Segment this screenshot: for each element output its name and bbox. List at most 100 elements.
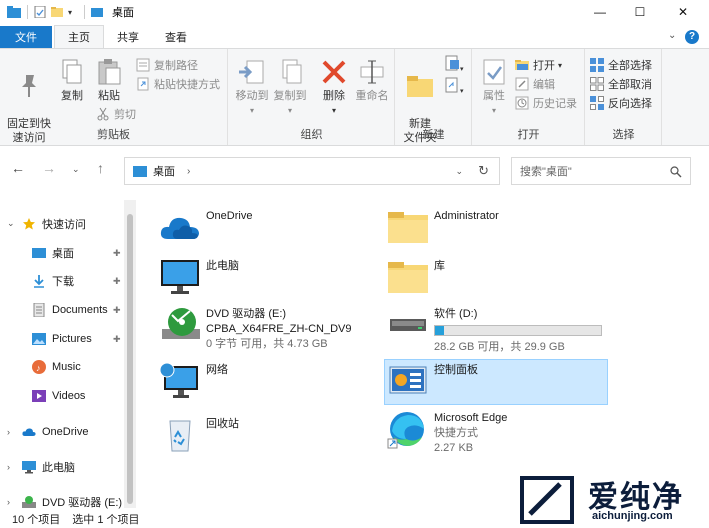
delete-button[interactable]: 删除 ▾ (317, 57, 351, 118)
maximize-button[interactable]: ☐ (617, 0, 663, 24)
tab-view[interactable]: 查看 (152, 26, 200, 48)
item-name: 控制面板 (434, 364, 478, 376)
move-to-button[interactable]: 移动到 ▾ (233, 57, 271, 118)
copy-path-icon (136, 58, 150, 72)
nav-music[interactable]: ♪ Music (32, 357, 81, 377)
forward-arrow-icon[interactable]: → (42, 160, 56, 176)
collapse-chevron-icon[interactable]: › (7, 427, 10, 437)
item-library[interactable]: 库 (386, 257, 445, 297)
open-button[interactable]: 打开 ▾ (515, 56, 562, 74)
item-administrator[interactable]: Administrator (386, 207, 499, 247)
nav-downloads[interactable]: 下载 (32, 271, 74, 291)
explorer-app-icon (7, 6, 21, 18)
recent-locations-icon[interactable]: ⌄ (72, 164, 80, 175)
document-icon (33, 303, 45, 317)
desktop-icon (32, 248, 46, 258)
paste-shortcut-button[interactable]: 粘贴快捷方式 (136, 75, 220, 93)
collapse-chevron-icon[interactable]: › (7, 497, 10, 507)
pin-icon[interactable]: ✚ (113, 276, 121, 287)
edit-icon (515, 77, 529, 91)
nav-dvd-drive[interactable]: DVD 驱动器 (E:) (22, 492, 122, 512)
copy-to-button[interactable]: 复制到 ▾ (271, 57, 309, 118)
expand-chevron-icon[interactable]: ⌄ (7, 218, 15, 229)
search-input[interactable]: 搜索"桌面" (520, 163, 572, 179)
invert-selection-button[interactable]: 反向选择 (590, 94, 652, 112)
history-button[interactable]: 历史记录 (515, 94, 577, 112)
nav-documents[interactable]: Documents (32, 300, 108, 320)
copy-button[interactable]: 复制 (56, 57, 88, 103)
nav-onedrive[interactable]: OneDrive (22, 422, 88, 442)
rename-button[interactable]: 重命名 (353, 57, 391, 103)
hard-drive-icon (390, 319, 426, 331)
address-dropdown-icon[interactable]: ⌄ (455, 166, 463, 177)
item-free-space: 0 字节 可用，共 4.73 GB (206, 338, 328, 350)
folder-title-icon (91, 8, 104, 17)
up-arrow-icon[interactable]: ↑ (97, 160, 104, 176)
item-free-space: 28.2 GB 可用，共 29.9 GB (434, 341, 565, 353)
item-name: Microsoft Edge (434, 412, 508, 424)
svg-text:♪: ♪ (36, 363, 41, 373)
select-none-button[interactable]: 全部取消 (590, 75, 652, 93)
cloud-icon (22, 428, 36, 436)
item-recycle-bin[interactable]: 回收站 (158, 415, 239, 455)
item-software-drive[interactable]: 软件 (D:) 28.2 GB 可用，共 29.9 GB (386, 305, 602, 355)
tab-share[interactable]: 共享 (104, 26, 152, 48)
nav-this-pc[interactable]: 此电脑 (22, 457, 75, 477)
help-icon[interactable]: ? (685, 30, 699, 44)
new-group-label: 新建 (422, 129, 445, 141)
window-title: 桌面 (112, 7, 135, 19)
nav-quick-access[interactable]: 快速访问 (22, 214, 86, 234)
desktop-location-icon (133, 165, 147, 177)
address-bar[interactable]: 桌面 › ⌄ ↻ (124, 157, 500, 185)
paste-icon (98, 59, 121, 85)
new-folder-quick-icon[interactable] (51, 6, 63, 18)
scrollbar-thumb[interactable] (127, 214, 133, 504)
item-onedrive[interactable]: OneDrive (158, 207, 252, 247)
pin-icon[interactable]: ✚ (113, 334, 121, 345)
address-path[interactable]: 桌面 (153, 163, 175, 179)
item-control-panel[interactable]: 控制面板 (384, 359, 608, 405)
search-box[interactable]: 搜索"桌面" (511, 157, 691, 185)
item-network[interactable]: 网络 (158, 361, 228, 401)
nav-videos[interactable]: Videos (32, 386, 85, 406)
watermark-logo (520, 476, 574, 524)
collapse-chevron-icon[interactable]: › (7, 462, 10, 472)
properties-button[interactable]: 属性 ▾ (477, 57, 511, 118)
new-item-icon[interactable]: ▾ (444, 55, 464, 73)
item-dvd-drive[interactable]: DVD 驱动器 (E:) CPBA_X64FRE_ZH-CN_DV9 0 字节 … (158, 305, 352, 352)
nav-pictures[interactable]: Pictures (32, 329, 92, 349)
item-size: 2.27 KB (434, 442, 474, 454)
paste-button[interactable]: 粘贴 (92, 57, 126, 103)
item-this-pc[interactable]: 此电脑 (158, 257, 239, 297)
tab-file[interactable]: 文件 (0, 26, 52, 48)
download-arrow-icon (34, 275, 44, 288)
nav-scrollbar[interactable] (124, 200, 136, 508)
monitor-icon (161, 260, 199, 294)
pin-icon[interactable]: ✚ (113, 248, 121, 259)
search-icon[interactable] (670, 166, 682, 178)
copy-path-button[interactable]: 复制路径 (136, 56, 198, 74)
back-arrow-icon[interactable]: ← (11, 160, 25, 176)
open-folder-icon (515, 60, 529, 70)
user-folder-icon (388, 212, 428, 243)
close-button[interactable]: ✕ (660, 0, 706, 24)
easy-access-icon[interactable]: ▾ (444, 77, 464, 95)
item-count: 10 个项目 (12, 514, 61, 526)
control-panel-icon (389, 366, 427, 394)
select-group: 全部选择 全部取消 反向选择 选择 (586, 49, 662, 145)
properties-quick-icon[interactable] (34, 6, 46, 18)
select-all-button[interactable]: 全部选择 (590, 56, 652, 74)
refresh-icon[interactable]: ↻ (478, 163, 489, 179)
properties-icon (483, 59, 505, 85)
collapse-ribbon-icon[interactable]: ⌄ (668, 30, 676, 41)
pin-icon[interactable]: ✚ (113, 305, 121, 316)
edit-button[interactable]: 编辑 (515, 75, 555, 93)
breadcrumb-chevron-icon[interactable]: › (187, 166, 190, 177)
nav-desktop[interactable]: 桌面 (32, 243, 74, 263)
customize-quick-access-icon[interactable]: ▾ (68, 8, 72, 17)
paste-shortcut-icon (137, 77, 149, 91)
tab-home[interactable]: 主页 (54, 25, 104, 48)
cut-button[interactable]: 剪切 (96, 105, 136, 123)
item-microsoft-edge[interactable]: Microsoft Edge 快捷方式 2.27 KB (386, 409, 507, 456)
ribbon-tabs: 文件 主页 共享 查看 (0, 25, 709, 48)
